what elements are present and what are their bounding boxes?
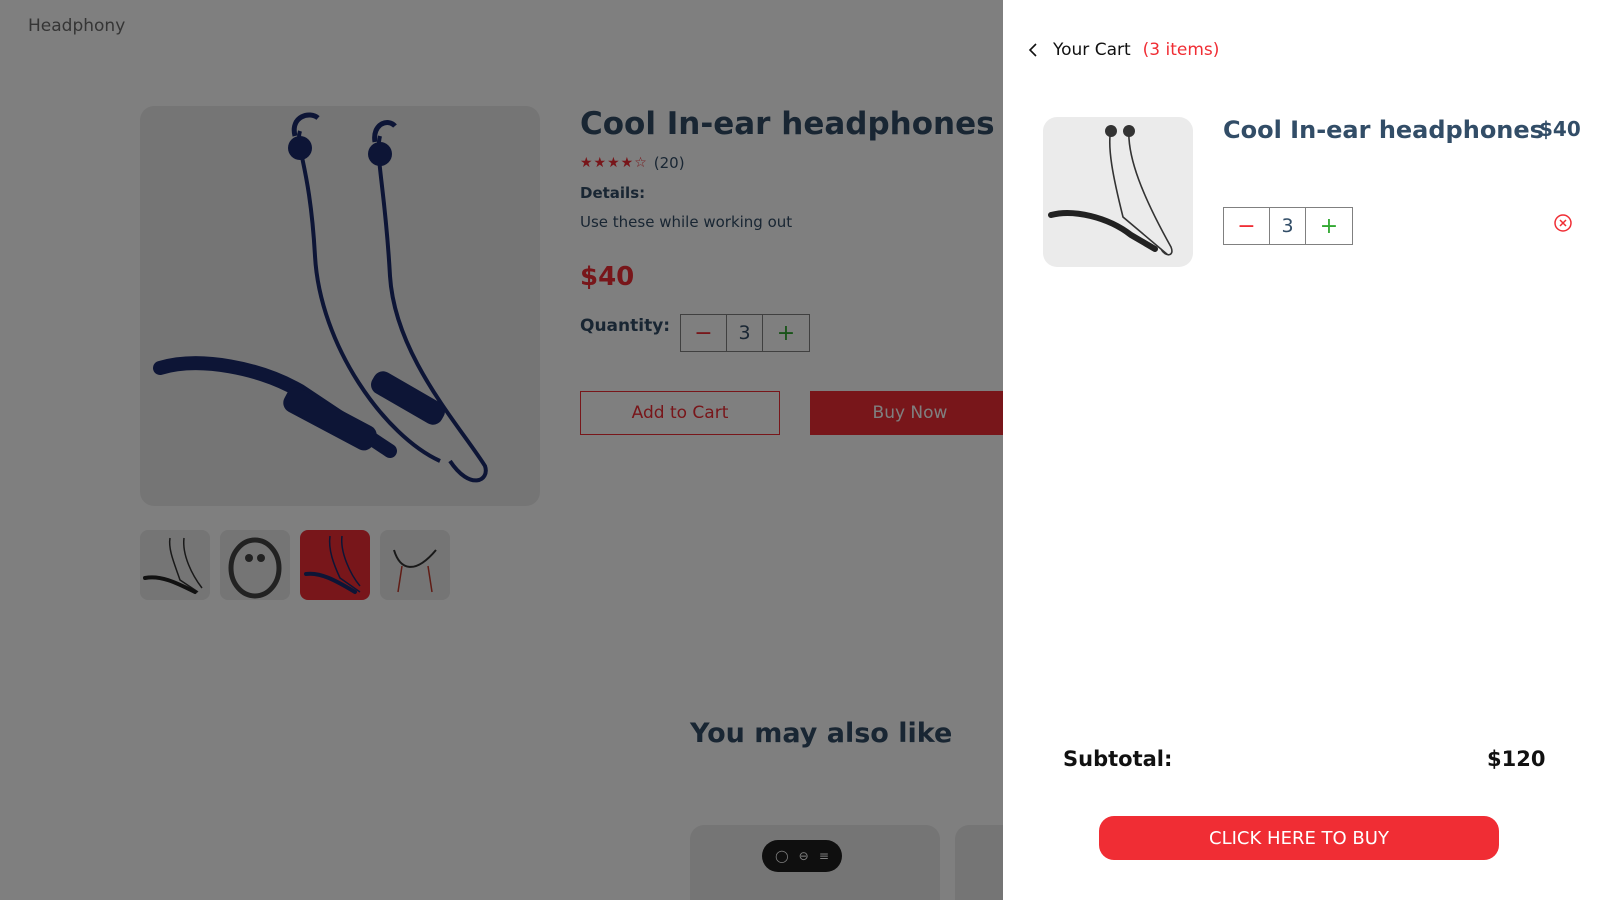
cart-heading: Your Cart: [1053, 40, 1131, 60]
modal-overlay[interactable]: [0, 0, 1003, 900]
plus-icon[interactable]: +: [1306, 208, 1352, 244]
circle-x-icon[interactable]: [1553, 213, 1573, 233]
minus-icon[interactable]: −: [1224, 208, 1270, 244]
cart-item-count: (3 items): [1142, 40, 1220, 60]
subtotal-value: $120: [1487, 747, 1546, 771]
cart-item-image: [1043, 117, 1193, 267]
cart-item-name: Cool In-ear headphones: [1223, 116, 1544, 144]
subtotal-label: Subtotal:: [1063, 747, 1173, 771]
cart-header[interactable]: Your Cart (3 items): [1023, 40, 1219, 60]
cart-item-price: $40: [1539, 117, 1581, 141]
checkout-button[interactable]: CLICK HERE TO BUY: [1099, 816, 1499, 860]
cart-quantity-stepper: − 3 +: [1223, 207, 1353, 245]
cart-item-quantity: 3: [1270, 208, 1306, 244]
chevron-left-icon[interactable]: [1023, 40, 1043, 60]
cart-drawer: Your Cart (3 items) Cool In-ear headphon…: [1003, 0, 1600, 900]
